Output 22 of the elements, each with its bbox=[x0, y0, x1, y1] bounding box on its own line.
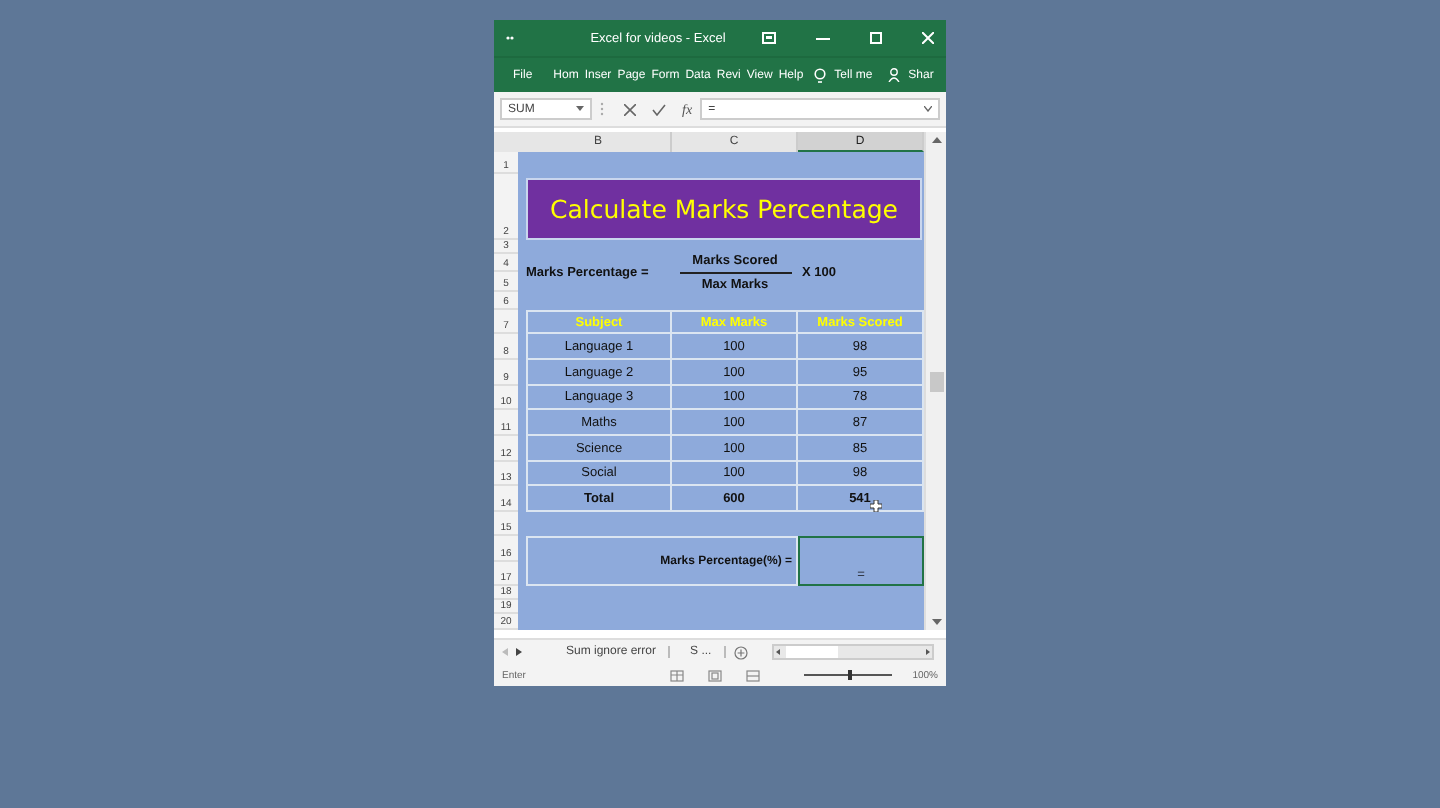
maximize-icon[interactable] bbox=[870, 32, 882, 44]
scroll-down-icon[interactable] bbox=[931, 618, 941, 626]
cursor-icon bbox=[870, 499, 883, 511]
page-layout-icon[interactable] bbox=[707, 669, 722, 681]
vertical-scrollbar[interactable] bbox=[924, 132, 946, 630]
sheet-title: Calculate Marks Percentage bbox=[526, 178, 922, 240]
close-icon[interactable] bbox=[922, 32, 934, 44]
scroll-up-icon[interactable] bbox=[931, 136, 941, 144]
lightbulb-icon bbox=[814, 67, 827, 83]
scroll-thumb[interactable] bbox=[785, 646, 838, 658]
check-icon[interactable] bbox=[652, 103, 666, 115]
normal-view-icon[interactable] bbox=[669, 669, 684, 681]
ribbon-display-icon[interactable] bbox=[762, 32, 776, 44]
cancel-icon[interactable] bbox=[624, 103, 636, 115]
person-icon bbox=[888, 68, 901, 82]
horizontal-scrollbar[interactable] bbox=[771, 644, 934, 660]
add-sheet-icon[interactable] bbox=[733, 645, 748, 659]
expand-icon[interactable] bbox=[924, 106, 932, 112]
scroll-thumb[interactable] bbox=[929, 371, 943, 391]
dropdown-icon[interactable] bbox=[576, 106, 584, 112]
page-break-icon[interactable] bbox=[745, 669, 760, 681]
next-sheet-icon[interactable] bbox=[516, 648, 522, 656]
